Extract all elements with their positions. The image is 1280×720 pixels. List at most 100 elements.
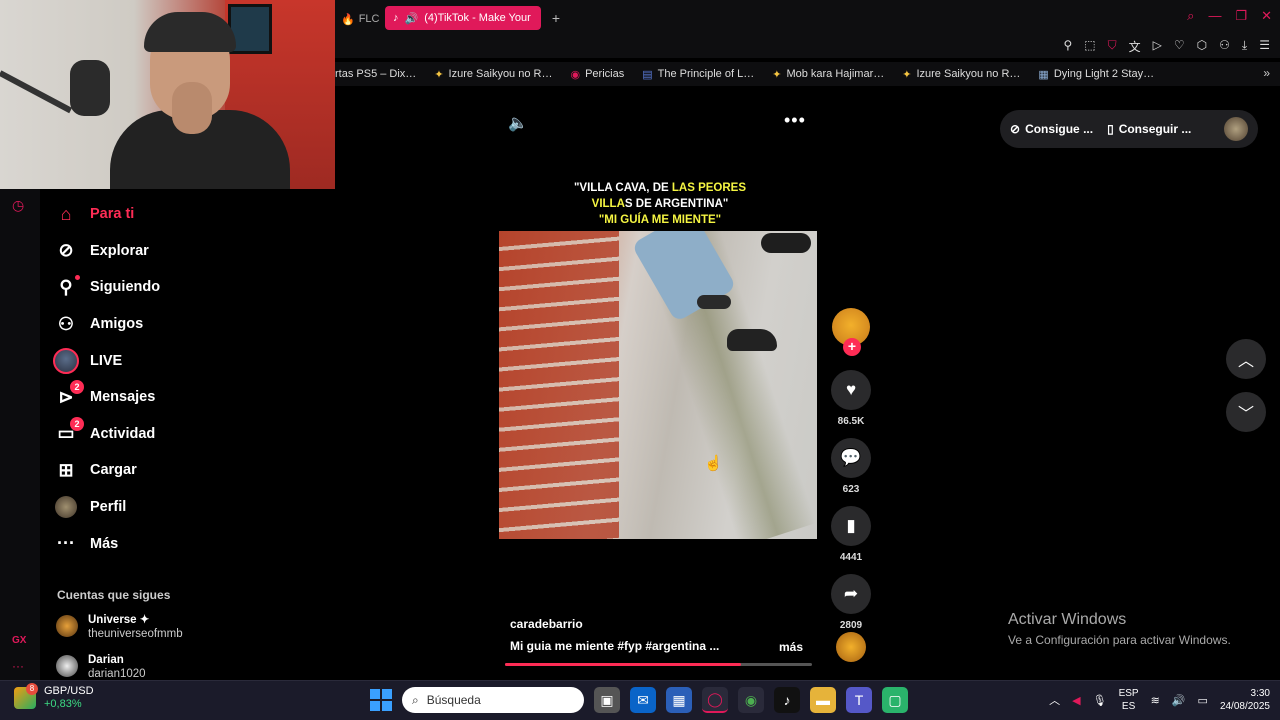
following-account[interactable]: Universe ✦ theuniverseofmmb bbox=[56, 613, 183, 641]
creator-avatar[interactable]: + bbox=[832, 308, 870, 356]
taskbar-search[interactable]: ⌕ Búsqueda bbox=[402, 687, 584, 713]
tiktok-icon: ♪ bbox=[393, 12, 399, 24]
share-button[interactable]: ➦ bbox=[831, 574, 871, 614]
volume-tray-icon[interactable]: 🔊 bbox=[1172, 694, 1186, 707]
save-count: 4441 bbox=[839, 552, 863, 563]
bookmark-label: Dying Light 2 Stay… bbox=[1053, 68, 1155, 80]
wifi-icon[interactable]: ≋ bbox=[1151, 694, 1160, 707]
chrome-icon[interactable]: ◉ bbox=[738, 687, 764, 713]
battery-icon[interactable]: ▭ bbox=[1198, 694, 1208, 707]
download-icon[interactable]: ⤓ bbox=[1242, 38, 1247, 55]
video-player[interactable] bbox=[499, 231, 817, 539]
sidebar-item-siguiendo[interactable]: ⚲ Siguiendo bbox=[52, 269, 312, 306]
stock-chart-icon: 8 bbox=[14, 683, 38, 709]
language-indicator[interactable]: ESP ES bbox=[1119, 687, 1139, 713]
bookmark-label: rtas PS5 – Dix… bbox=[335, 68, 417, 80]
sidebar-item-label: Mensajes bbox=[90, 389, 156, 406]
get-coins-pill[interactable]: ⊘ Consigue ... bbox=[1010, 122, 1093, 136]
system-tray: ︿ ◀ 🎙 ESP ES ≋ 🔊 ▭ 3:30 24/08/2025 bbox=[1049, 687, 1270, 713]
tab-flc[interactable]: 🔥 FLC bbox=[341, 8, 383, 30]
store-icon[interactable]: ▦ bbox=[666, 687, 692, 713]
user-avatar[interactable] bbox=[1224, 117, 1248, 141]
outlook-icon[interactable]: ✉ bbox=[630, 687, 656, 713]
bookmark-item[interactable]: ✦ Mob kara Hajimar… bbox=[772, 68, 884, 81]
sidebar-item-mensajes[interactable]: ⊳ 2 Mensajes bbox=[52, 379, 312, 416]
new-tab-button[interactable]: + bbox=[547, 9, 565, 27]
get-app-pill[interactable]: ▯ Conseguir ... bbox=[1107, 122, 1191, 136]
music-disc-avatar[interactable] bbox=[836, 632, 866, 662]
play-icon[interactable]: ▷ bbox=[1153, 38, 1162, 55]
pill-label: Conseguir ... bbox=[1118, 122, 1192, 136]
sidebar-item-explorar[interactable]: ⊘ Explorar bbox=[52, 233, 312, 270]
rail-more-icon[interactable]: ··· bbox=[12, 659, 24, 673]
bookmark-item[interactable]: ◉ Pericias bbox=[570, 68, 624, 81]
stock-symbol: GBP/USD bbox=[44, 685, 94, 697]
gx-icon[interactable]: GX bbox=[12, 635, 26, 646]
task-view-icon[interactable]: ▣ bbox=[594, 687, 620, 713]
tiktok-app-icon[interactable]: ♪ bbox=[774, 687, 800, 713]
sidebar-item-para-ti[interactable]: ⌂ Para ti bbox=[52, 196, 312, 233]
live-avatar bbox=[53, 347, 79, 374]
caption-highlight: LAS PEORES bbox=[671, 182, 747, 194]
comment-button[interactable]: 💬 bbox=[831, 438, 871, 478]
chevron-up-icon: ︿ bbox=[1237, 353, 1254, 370]
snapshot-icon[interactable]: ⬚ bbox=[1084, 38, 1095, 55]
messages-badge: 2 bbox=[70, 379, 84, 394]
minimize-icon[interactable]: — bbox=[1208, 8, 1221, 24]
stock-badge: 8 bbox=[26, 683, 38, 695]
history-icon[interactable]: ◷ bbox=[12, 197, 24, 214]
like-button[interactable]: ♥ bbox=[831, 370, 871, 410]
start-icon[interactable] bbox=[370, 689, 392, 711]
follow-plus-icon[interactable]: + bbox=[843, 338, 861, 356]
sidebar-item-cargar[interactable]: ⊞ Cargar bbox=[52, 452, 312, 489]
bookmarks-overflow-icon[interactable]: » bbox=[1263, 66, 1270, 80]
profile-icon bbox=[52, 493, 80, 521]
stock-change: +0,83% bbox=[44, 698, 82, 710]
search-icon[interactable]: ⌕ bbox=[1187, 8, 1194, 24]
like-count: 86.5K bbox=[837, 416, 865, 427]
app-tray-icon[interactable]: ◀ bbox=[1072, 694, 1080, 707]
sidebar-item-actividad[interactable]: ▭ 2 Actividad bbox=[52, 416, 312, 453]
prev-video-button[interactable]: ︿ bbox=[1226, 339, 1266, 379]
tab-flc-label: FLC bbox=[358, 13, 380, 25]
description-more-link[interactable]: más bbox=[779, 640, 803, 654]
account-handle: theuniverseofmmb bbox=[88, 628, 183, 640]
heart-icon[interactable]: ♡ bbox=[1174, 38, 1185, 55]
app-icon[interactable]: ▢ bbox=[882, 687, 908, 713]
file-explorer-icon[interactable]: ▬ bbox=[810, 687, 836, 713]
chevron-up-icon[interactable]: ︿ bbox=[1049, 692, 1060, 708]
next-video-button[interactable]: ﹀ bbox=[1226, 392, 1266, 432]
save-button[interactable]: ▮ bbox=[831, 506, 871, 546]
bookmark-item[interactable]: ✦ Izure Saikyou no R… bbox=[902, 68, 1020, 81]
shield-icon[interactable]: ⛉ bbox=[1108, 38, 1117, 55]
sidebar-item-live[interactable]: LIVE bbox=[52, 342, 312, 379]
pin-icon[interactable]: ⚲ bbox=[1064, 38, 1073, 55]
teams-icon[interactable]: T bbox=[846, 687, 872, 713]
bookmark-item[interactable]: ▦ Dying Light 2 Stay… bbox=[1038, 68, 1154, 81]
following-account[interactable]: Darian darian1020 bbox=[56, 653, 146, 681]
microphone-icon[interactable]: 🎙 bbox=[1093, 694, 1107, 707]
caption-highlight: "MI GUÍA ME MIENTE" bbox=[598, 214, 722, 226]
account-icon[interactable]: ⚇ bbox=[1219, 38, 1230, 55]
menu-icon[interactable]: ☰ bbox=[1259, 38, 1270, 55]
pill-label: Consigue ... bbox=[1025, 122, 1094, 136]
bookmark-item[interactable]: rtas PS5 – Dix… bbox=[335, 68, 416, 80]
bookmark-item[interactable]: ✦ Izure Saikyou no R… bbox=[434, 68, 552, 81]
video-more-icon[interactable]: ••• bbox=[784, 110, 806, 131]
video-progress-bar[interactable] bbox=[505, 663, 812, 666]
taskbar-apps: ⌕ Búsqueda ▣ ✉ ▦ ◯ ◉ ♪ ▬ T ▢ bbox=[370, 687, 908, 713]
opera-gx-icon[interactable]: ◯ bbox=[702, 687, 728, 713]
translate-icon[interactable]: 文 bbox=[1129, 38, 1141, 55]
volume-icon[interactable]: 🔈 bbox=[508, 113, 528, 133]
stock-widget[interactable]: 8 GBP/USD +0,83% bbox=[14, 683, 94, 711]
taskbar-clock[interactable]: 3:30 24/08/2025 bbox=[1220, 687, 1270, 713]
extensions-icon[interactable]: ⬡ bbox=[1197, 38, 1207, 55]
sidebar-item-perfil[interactable]: Perfil bbox=[52, 489, 312, 526]
bookmark-item[interactable]: ▤ The Principle of L… bbox=[642, 68, 754, 81]
restore-icon[interactable]: ❐ bbox=[1235, 8, 1247, 24]
tab-tiktok[interactable]: ♪ 🔊 (4)TikTok - Make Your bbox=[385, 6, 541, 30]
sidebar-item-mas[interactable]: ··· Más bbox=[52, 525, 312, 562]
close-icon[interactable]: ✕ bbox=[1261, 8, 1272, 24]
video-username[interactable]: caradebarrio bbox=[510, 617, 583, 631]
sidebar-item-amigos[interactable]: ⚇ Amigos bbox=[52, 306, 312, 343]
